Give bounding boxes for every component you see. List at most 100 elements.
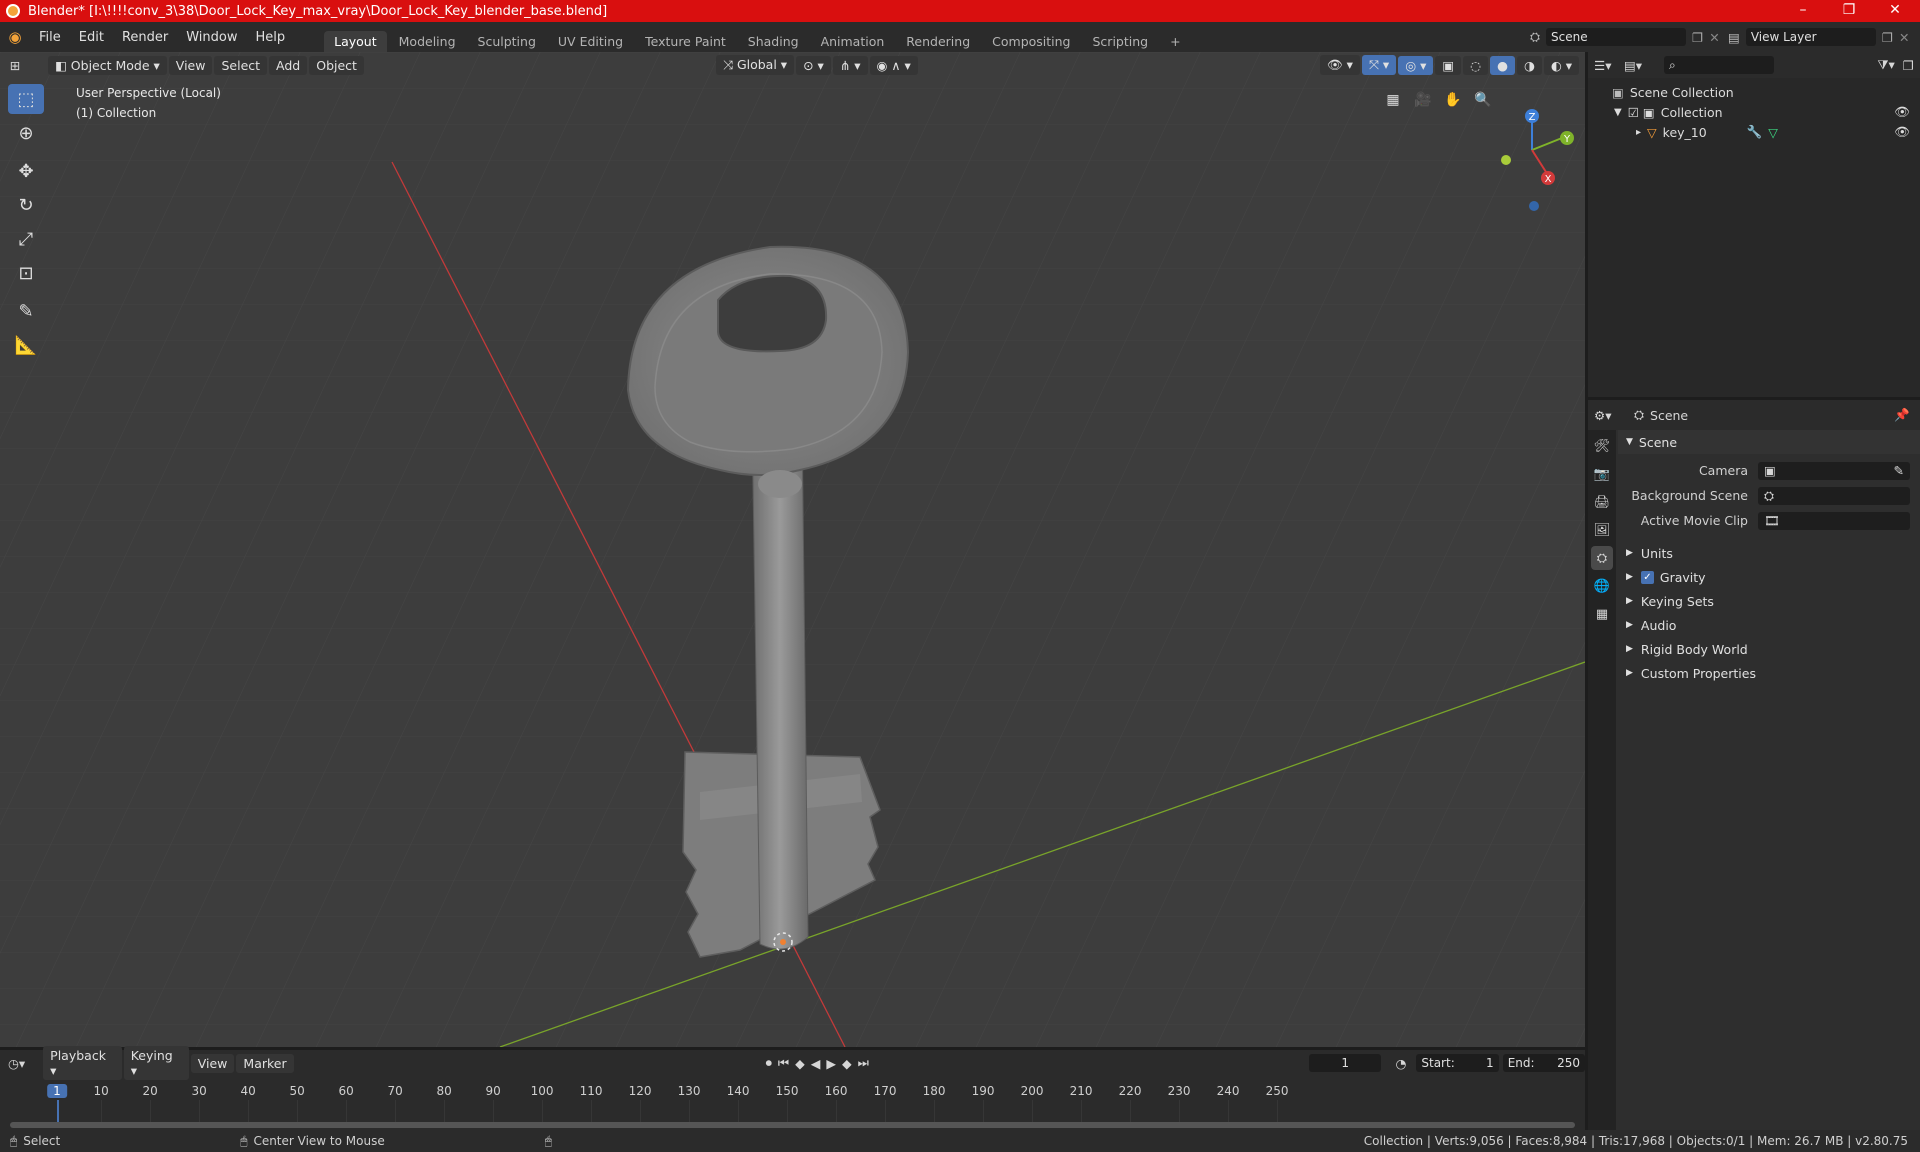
new-collection-icon[interactable]: ❐ bbox=[1903, 58, 1914, 73]
menu-help[interactable]: Help bbox=[247, 30, 295, 45]
toggle-perspective-icon[interactable]: ▦ bbox=[1380, 87, 1406, 113]
tab-texture-paint[interactable]: Texture Paint bbox=[635, 31, 736, 52]
tab-modeling[interactable]: Modeling bbox=[389, 31, 466, 52]
subpanel-list: ▶ Units ▶ ✓ Gravity ▶ Keying Sets ▶ Audio ▶ Ri… bbox=[1618, 541, 1920, 685]
transform-orientation-dropdown[interactable]: ⤨ Global ▾ bbox=[715, 55, 795, 75]
viewport-menu-add[interactable]: Add bbox=[269, 55, 308, 75]
mesh-data-icon[interactable]: ▽ bbox=[1768, 125, 1778, 140]
outliner-editor-type-icon[interactable]: ☰▾ bbox=[1594, 58, 1624, 73]
tab-sculpting[interactable]: Sculpting bbox=[468, 31, 546, 52]
object-visibility-icon[interactable]: 👁 bbox=[1894, 124, 1910, 140]
active-movie-clip-field[interactable]: 🎞 bbox=[1758, 511, 1910, 530]
units-panel[interactable]: ▶ Units bbox=[1618, 541, 1920, 565]
timeline-tick-label: 70 bbox=[387, 1084, 403, 1098]
xray-toggle-icon[interactable]: ▣ bbox=[1435, 55, 1462, 75]
outliner-search-input[interactable]: ⌕ bbox=[1664, 56, 1774, 74]
material-shading-icon[interactable]: ◑ bbox=[1517, 55, 1542, 75]
viewport-menu-select[interactable]: Select bbox=[214, 55, 268, 75]
filter-icon[interactable]: ⧩▾ bbox=[1877, 57, 1894, 73]
pin-icon[interactable]: 📌 bbox=[1894, 407, 1910, 423]
tab-shading[interactable]: Shading bbox=[738, 31, 809, 52]
camera-view-icon[interactable]: 🎥 bbox=[1410, 87, 1436, 113]
scene-field[interactable]: Scene bbox=[1546, 28, 1687, 46]
scale-tool-icon[interactable]: ⤢ bbox=[8, 224, 44, 254]
pan-view-icon[interactable]: ✋ bbox=[1440, 87, 1466, 113]
menu-window[interactable]: Window bbox=[177, 30, 246, 45]
transform-tool-icon[interactable]: ⊡ bbox=[8, 258, 44, 288]
render-tab-icon[interactable]: 📷 bbox=[1591, 462, 1613, 486]
audio-panel[interactable]: ▶ Audio bbox=[1618, 613, 1920, 637]
delete-view-layer-icon[interactable]: ✕ bbox=[1899, 30, 1909, 45]
tree-item-scene-collection[interactable]: ▣ Scene Collection bbox=[1588, 82, 1920, 102]
tab-scripting[interactable]: Scripting bbox=[1083, 31, 1159, 52]
move-tool-icon[interactable]: ✥ bbox=[8, 156, 44, 186]
world-tab-icon[interactable]: 🌐 bbox=[1591, 574, 1613, 598]
editor-type-icon[interactable]: ⊞ bbox=[0, 58, 30, 73]
gravity-panel[interactable]: ▶ ✓ Gravity bbox=[1618, 565, 1920, 589]
rendered-shading-icon[interactable]: ◐ ▾ bbox=[1543, 55, 1580, 75]
snap-icon[interactable]: ⋔ ▾ bbox=[832, 55, 868, 75]
texture-tab-icon[interactable]: ▦ bbox=[1591, 602, 1613, 626]
menu-render[interactable]: Render bbox=[113, 30, 177, 45]
annotate-tool-icon[interactable]: ✎ bbox=[8, 296, 44, 326]
measure-tool-icon[interactable]: 📐 bbox=[8, 330, 44, 360]
keying-sets-panel[interactable]: ▶ Keying Sets bbox=[1618, 589, 1920, 613]
timeline-ruler[interactable]: 1 10 20 30 40 50 60 70 80 90 100 110 120 130 140 150 160… bbox=[0, 1050, 1585, 1130]
tool-tab-icon[interactable]: 🛠 bbox=[1591, 434, 1613, 458]
collection-visibility-icon[interactable]: 👁 bbox=[1894, 104, 1910, 120]
wireframe-shading-icon[interactable]: ◌ bbox=[1463, 55, 1489, 75]
expand-icon[interactable]: ▸ bbox=[1636, 127, 1641, 138]
rigid-body-world-panel[interactable]: ▶ Rigid Body World bbox=[1618, 637, 1920, 661]
menu-file[interactable]: File bbox=[30, 30, 70, 45]
object-mode-dropdown[interactable]: ◧ Object Mode ▾ bbox=[48, 55, 167, 75]
delete-scene-icon[interactable]: ✕ bbox=[1709, 30, 1719, 45]
3d-viewport[interactable]: Z Y X ⊞ ◧ Object Mode ▾ View Select Add … bbox=[0, 52, 1585, 1047]
gravity-checkbox[interactable]: ✓ bbox=[1640, 570, 1654, 584]
gizmo-neg-z-icon[interactable] bbox=[1529, 201, 1539, 211]
gizmo-toggle-icon[interactable]: ⤧ ▾ bbox=[1361, 55, 1397, 75]
maximize-button[interactable]: ❐ bbox=[1826, 0, 1872, 22]
output-tab-icon[interactable]: 🖨 bbox=[1591, 490, 1613, 514]
modifier-icon[interactable]: 🔧 bbox=[1747, 124, 1763, 140]
new-scene-icon[interactable]: ❐ bbox=[1692, 30, 1703, 45]
solid-shading-icon[interactable]: ● bbox=[1490, 55, 1515, 75]
pivot-point-icon[interactable]: ⊙ ▾ bbox=[796, 55, 831, 75]
tab-layout[interactable]: Layout bbox=[324, 31, 387, 52]
menu-edit[interactable]: Edit bbox=[70, 30, 113, 45]
minimize-button[interactable]: – bbox=[1780, 0, 1826, 22]
select-box-tool-icon[interactable]: ⬚ bbox=[8, 84, 44, 114]
collection-checkbox-icon[interactable]: ☑ bbox=[1628, 105, 1639, 120]
tab-compositing[interactable]: Compositing bbox=[982, 31, 1080, 52]
new-view-layer-icon[interactable]: ❐ bbox=[1882, 30, 1893, 45]
scene-tab-icon[interactable]: ⛭ bbox=[1591, 546, 1613, 570]
eyedropper-icon[interactable]: ✎ bbox=[1894, 463, 1904, 478]
display-mode-icon[interactable]: ▤▾ bbox=[1624, 58, 1658, 73]
tab-uv-editing[interactable]: UV Editing bbox=[548, 31, 633, 52]
camera-field[interactable]: ▣ ✎ bbox=[1758, 461, 1910, 480]
proportional-editing-icon[interactable]: ◉ ∧ ▾ bbox=[869, 55, 918, 75]
zoom-view-icon[interactable]: 🔍 bbox=[1470, 87, 1496, 113]
view-layer-tab-icon[interactable]: 🖼 bbox=[1591, 518, 1613, 542]
properties-editor-type-icon[interactable]: ⚙▾ bbox=[1594, 408, 1634, 423]
collapse-icon[interactable]: ▼ bbox=[1614, 107, 1622, 118]
rotate-tool-icon[interactable]: ↻ bbox=[8, 190, 44, 220]
blender-menu-icon[interactable]: ◉ bbox=[0, 28, 30, 46]
scene-panel-header[interactable]: ▼ Scene bbox=[1618, 430, 1920, 454]
overlay-toggle-icon[interactable]: ◎ ▾ bbox=[1398, 55, 1434, 75]
custom-properties-panel[interactable]: ▶ Custom Properties bbox=[1618, 661, 1920, 685]
viewport-menu-view[interactable]: View bbox=[168, 55, 213, 75]
tree-item-collection[interactable]: ▼ ☑ ▣ Collection 👁 bbox=[1588, 102, 1920, 122]
view-layer-field[interactable]: View Layer bbox=[1745, 28, 1876, 46]
cursor-tool-icon[interactable]: ⊕ bbox=[8, 118, 44, 148]
add-workspace-button[interactable]: + bbox=[1160, 31, 1190, 52]
timeline-scrollbar[interactable] bbox=[10, 1122, 1575, 1128]
timeline-tick-label: 90 bbox=[485, 1084, 501, 1098]
close-button[interactable]: ✕ bbox=[1872, 0, 1918, 22]
tree-item-key-10[interactable]: ▸ ▽ key_10 🔧 ▽ 👁 bbox=[1588, 122, 1920, 142]
viewport-menu-object[interactable]: Object bbox=[309, 55, 364, 75]
visibility-icon[interactable]: 👁 ▾ bbox=[1319, 55, 1360, 75]
gizmo-neg-y-icon[interactable] bbox=[1501, 155, 1511, 165]
tab-rendering[interactable]: Rendering bbox=[896, 31, 980, 52]
tab-animation[interactable]: Animation bbox=[811, 31, 895, 52]
background-scene-field[interactable]: ⛭ bbox=[1758, 486, 1910, 505]
